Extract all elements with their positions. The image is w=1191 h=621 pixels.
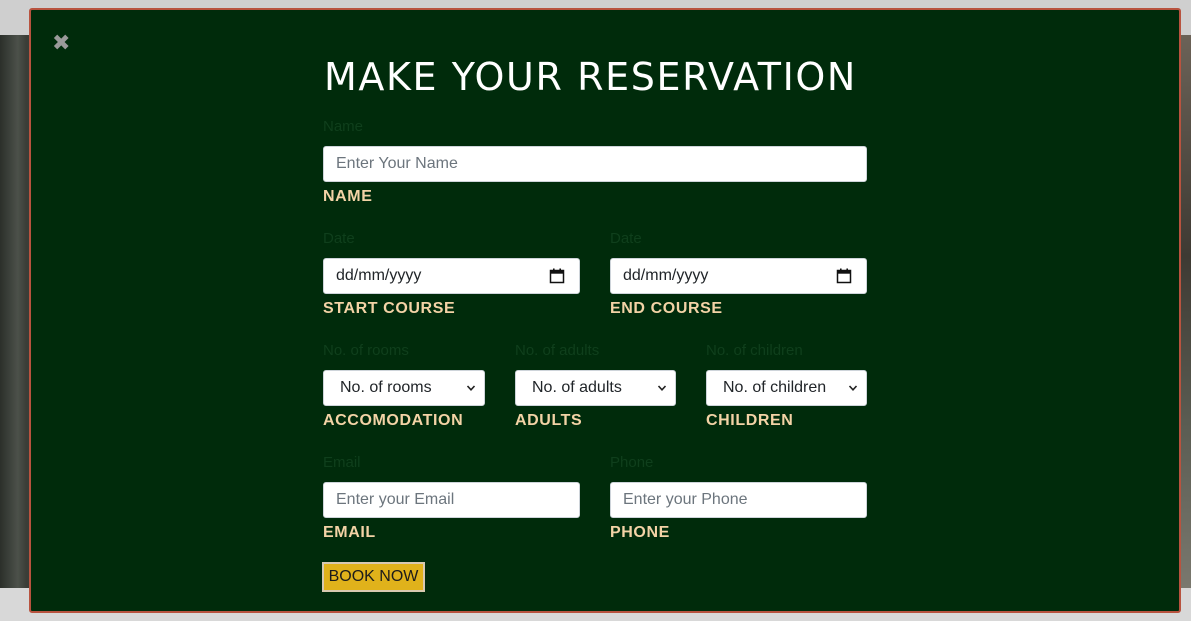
end-date-input[interactable]: dd/mm/yyyy bbox=[610, 258, 867, 294]
children-select[interactable]: No. of children bbox=[706, 370, 867, 406]
chevron-down-icon bbox=[466, 385, 476, 391]
reservation-modal: ✖ MAKE YOUR RESERVATION Name Enter Your … bbox=[29, 8, 1181, 613]
calendar-icon[interactable] bbox=[836, 268, 852, 284]
book-now-button[interactable]: BOOK NOW bbox=[322, 562, 425, 592]
phone-input-placeholder: Enter your Phone bbox=[623, 491, 748, 508]
name-input[interactable]: Enter Your Name bbox=[323, 146, 867, 182]
children-ghost-label: No. of children bbox=[706, 342, 803, 359]
phone-input[interactable]: Enter your Phone bbox=[610, 482, 867, 518]
adults-label: ADULTS bbox=[515, 412, 583, 429]
rooms-ghost-label: No. of rooms bbox=[323, 342, 409, 359]
email-input[interactable]: Enter your Email bbox=[323, 482, 580, 518]
name-input-placeholder: Enter Your Name bbox=[336, 155, 458, 172]
phone-label: PHONE bbox=[610, 524, 670, 541]
phone-ghost-label: Phone bbox=[610, 454, 654, 471]
email-label: EMAIL bbox=[323, 524, 376, 541]
rooms-select[interactable]: No. of rooms bbox=[323, 370, 485, 406]
chevron-down-icon bbox=[657, 385, 667, 391]
close-icon[interactable]: ✖ bbox=[52, 33, 70, 55]
start-date-input[interactable]: dd/mm/yyyy bbox=[323, 258, 580, 294]
email-input-placeholder: Enter your Email bbox=[336, 491, 455, 508]
name-ghost-label: Name bbox=[323, 118, 364, 135]
start-course-label: START COURSE bbox=[323, 300, 456, 317]
start-date-ghost-label: Date bbox=[323, 230, 355, 247]
chevron-down-icon bbox=[848, 385, 858, 391]
adults-ghost-label: No. of adults bbox=[515, 342, 600, 359]
adults-select[interactable]: No. of adults bbox=[515, 370, 676, 406]
calendar-icon[interactable] bbox=[549, 268, 565, 284]
name-label: NAME bbox=[323, 188, 373, 205]
end-date-ghost-label: Date bbox=[610, 230, 642, 247]
accomodation-label: ACCOMODATION bbox=[323, 412, 464, 429]
rooms-select-value: No. of rooms bbox=[340, 379, 432, 396]
modal-title: MAKE YOUR RESERVATION bbox=[324, 55, 857, 99]
adults-select-value: No. of adults bbox=[532, 379, 622, 396]
email-ghost-label: Email bbox=[323, 454, 361, 471]
children-select-value: No. of children bbox=[723, 379, 827, 396]
start-date-value: dd/mm/yyyy bbox=[336, 267, 422, 284]
end-course-label: END COURSE bbox=[610, 300, 723, 317]
end-date-value: dd/mm/yyyy bbox=[623, 267, 709, 284]
children-label: CHILDREN bbox=[706, 412, 794, 429]
